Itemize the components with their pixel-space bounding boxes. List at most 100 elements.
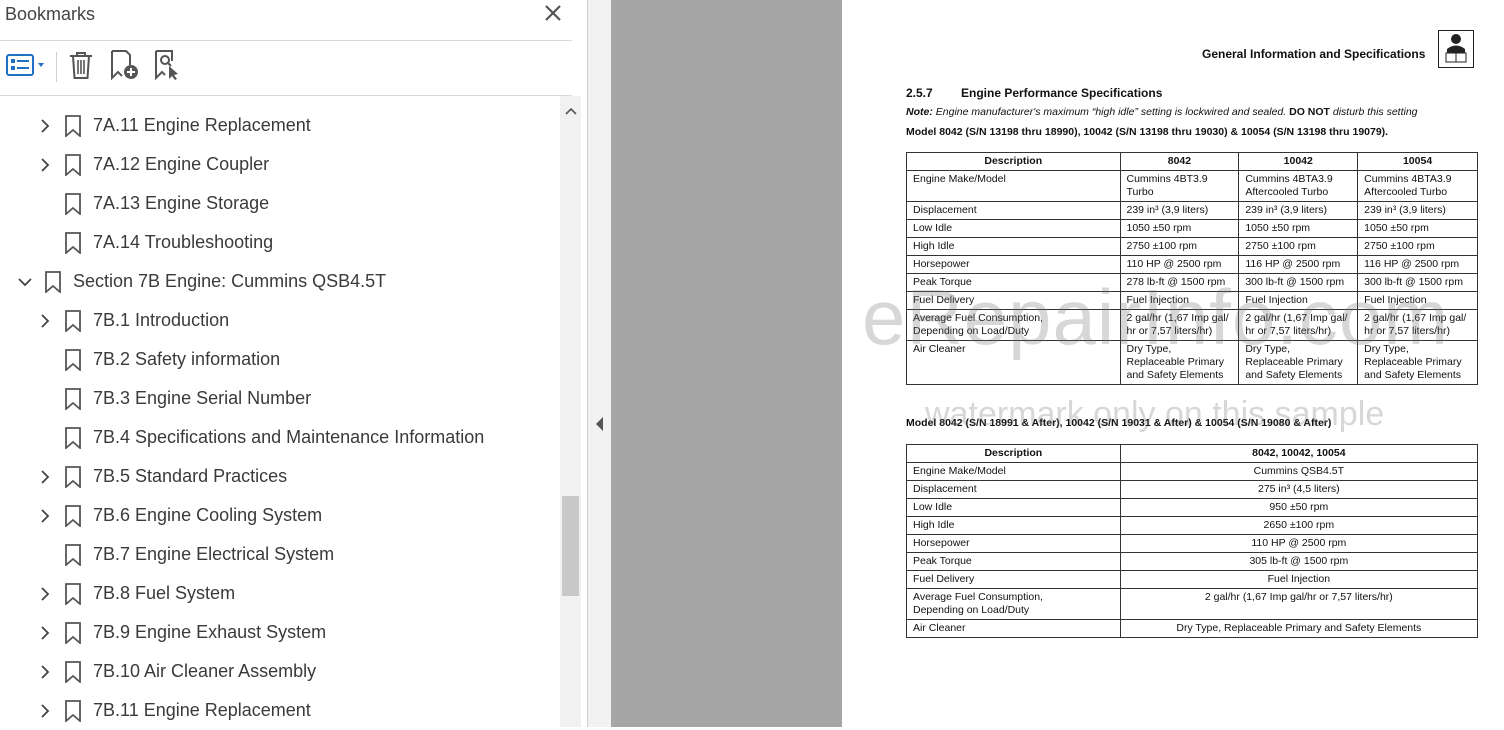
bookmark-label: 7B.6 Engine Cooling System	[93, 505, 323, 525]
chevron-up-icon	[564, 102, 577, 120]
table-cell: 2750 ±100 rpm	[1357, 237, 1478, 256]
bookmark-item[interactable]: 7B.1 Introduction	[0, 301, 560, 340]
bookmark-item[interactable]: 7A.12 Engine Coupler	[0, 145, 560, 184]
row-label: Peak Torque	[906, 273, 1121, 292]
bookmark-label: 7B.10 Air Cleaner Assembly	[93, 661, 317, 681]
scroll-up-button[interactable]	[560, 100, 581, 122]
row-label: Average Fuel Consumption, Depending on Lo…	[906, 309, 1121, 341]
bookmark-item[interactable]: 7B.6 Engine Cooling System	[0, 496, 560, 535]
scrollbar-thumb[interactable]	[562, 496, 579, 596]
find-bookmark-icon	[152, 49, 182, 86]
table-cell: Fuel Injection	[1238, 291, 1359, 310]
table-cell: 116 HP @ 2500 rpm	[1357, 255, 1478, 274]
bookmark-icon	[64, 309, 82, 333]
row-label: Fuel Delivery	[906, 291, 1121, 310]
bookmark-icon	[64, 699, 82, 723]
chevron-down-icon[interactable]	[18, 275, 32, 289]
table-cell: 278 lb-ft @ 1500 rpm	[1119, 273, 1240, 292]
bookmark-label: Section 7B Engine: Cummins QSB4.5T	[73, 271, 387, 291]
bookmark-item[interactable]: 7B.10 Air Cleaner Assembly	[0, 652, 560, 691]
table-cell: Dry Type, Replaceable Primary and Safety E…	[1238, 340, 1359, 385]
bookmark-item[interactable]: 7B.9 Engine Exhaust System	[0, 613, 560, 652]
table-row: Horsepower 110 HP @ 2500 rpm 116 HP @ 2500…	[906, 255, 1478, 274]
column-header: 8042, 10042, 10054	[1119, 444, 1479, 463]
chevron-right-icon[interactable]	[38, 664, 52, 679]
table-header-row: Description 8042, 10042, 10054	[906, 444, 1479, 463]
table-row: Average Fuel Consumption, Depending on Lo…	[906, 309, 1478, 341]
chevron-right-icon[interactable]	[38, 586, 52, 601]
scrollbar-track[interactable]	[560, 96, 581, 727]
bookmark-item[interactable]: 7B.8 Fuel System	[0, 574, 560, 613]
bookmark-item[interactable]: 7B.11 Engine Replacement	[0, 691, 560, 730]
note-label: Note:	[906, 106, 933, 118]
bookmark-icon	[44, 270, 62, 294]
chevron-right-icon[interactable]	[38, 703, 52, 718]
chevron-right-icon[interactable]	[38, 313, 52, 328]
table-cell: Fuel Injection	[1119, 570, 1479, 589]
bookmark-label: 7B.5 Standard Practices	[93, 466, 288, 486]
table-cell: 2 gal/hr (1,67 Imp gal/hr or 7,57 liters…	[1119, 588, 1479, 620]
toolbar-separator	[56, 52, 57, 82]
table-row: Engine Make/Model Cummins 4BT3.9 Turbo Cumm…	[906, 170, 1478, 202]
chevron-right-icon[interactable]	[38, 469, 52, 484]
bookmark-item[interactable]: 7A.11 Engine Replacement	[0, 106, 560, 145]
table-cell: 2 gal/hr (1,67 Imp gal/hr or 7,57 liters…	[1357, 309, 1478, 341]
table-cell: Dry Type, Replaceable Primary and Safety E…	[1357, 340, 1478, 385]
chevron-right-icon[interactable]	[38, 625, 52, 640]
table-row: Horsepower 110 HP @ 2500 rpm	[906, 534, 1479, 553]
table-cell: Dry Type, Replaceable Primary and Safety E…	[1119, 340, 1240, 385]
table-cell: 239 in³ (3,9 liters)	[1357, 201, 1478, 220]
table-cell: 305 lb-ft @ 1500 rpm	[1119, 552, 1479, 571]
model-range-heading: Model 8042 (S/N 13198 thru 18990), 10042…	[906, 126, 1389, 138]
chevron-right-icon[interactable]	[38, 157, 52, 172]
bookmark-label: 7B.8 Fuel System	[93, 583, 236, 603]
bookmark-item[interactable]: 7B.7 Engine Electrical System	[0, 535, 560, 574]
bookmark-label: 7B.1 Introduction	[93, 310, 230, 330]
table-cell: 300 lb-ft @ 1500 rpm	[1357, 273, 1478, 292]
bookmark-item[interactable]: 7B.5 Standard Practices	[0, 457, 560, 496]
bookmark-item[interactable]: 7A.14 Troubleshooting	[0, 223, 560, 262]
column-header: Description	[906, 152, 1121, 171]
table-row: Engine Make/Model Cummins QSB4.5T	[906, 462, 1479, 481]
collapse-panel-button[interactable]	[592, 414, 608, 438]
bookmark-label: 7A.14 Troubleshooting	[93, 232, 274, 252]
table-row: Peak Torque 305 lb-ft @ 1500 rpm	[906, 552, 1479, 571]
bookmark-item[interactable]: 7B.2 Safety information	[0, 340, 560, 379]
row-label: Average Fuel Consumption, Depending on Lo…	[906, 588, 1121, 620]
table-cell: Cummins 4BTA3.9 Aftercooled Turbo	[1357, 170, 1478, 202]
chevron-right-icon[interactable]	[38, 508, 52, 523]
bookmark-item[interactable]: 7B.3 Engine Serial Number	[0, 379, 560, 418]
row-label: Air Cleaner	[906, 619, 1121, 638]
spec-table-later-models: Description 8042, 10042, 10054 Engine Mak…	[906, 444, 1479, 638]
note-tail: disturb this setting	[1332, 106, 1418, 118]
row-label: High Idle	[906, 237, 1121, 256]
bookmark-label: 7A.12 Engine Coupler	[93, 154, 270, 174]
bookmark-item[interactable]: 7B.4 Specifications and Maintenance Info…	[0, 418, 560, 457]
table-row: Fuel Delivery Fuel Injection Fuel Injectio…	[906, 291, 1478, 310]
new-bookmark-button[interactable]	[106, 49, 142, 84]
table-row: Air Cleaner Dry Type, Replaceable Primary…	[906, 619, 1479, 638]
table-cell: 950 ±50 rpm	[1119, 498, 1479, 517]
bookmark-options-button[interactable]	[4, 50, 48, 84]
chevron-right-icon[interactable]	[38, 118, 52, 133]
bookmark-label: 7B.7 Engine Electrical System	[93, 544, 335, 564]
delete-bookmark-button[interactable]	[64, 50, 98, 84]
column-header: 10042	[1238, 152, 1359, 171]
bookmark-label: 7A.11 Engine Replacement	[93, 115, 311, 135]
bookmark-label: 7B.3 Engine Serial Number	[93, 388, 312, 408]
find-bookmark-button[interactable]	[150, 49, 184, 86]
close-icon[interactable]	[540, 2, 566, 26]
table-cell: 300 lb-ft @ 1500 rpm	[1238, 273, 1359, 292]
table-row: Displacement 275 in³ (4,5 liters)	[906, 480, 1479, 499]
table-cell: Dry Type, Replaceable Primary and Safety…	[1119, 619, 1479, 638]
bookmark-item[interactable]: Section 7B Engine: Cummins QSB4.5T	[0, 262, 560, 301]
table-header-row: Description 8042 10042 10054	[906, 152, 1478, 171]
table-cell: 275 in³ (4,5 liters)	[1119, 480, 1479, 499]
bookmark-label: 7B.2 Safety information	[93, 349, 281, 369]
table-cell: Cummins 4BTA3.9 Aftercooled Turbo	[1238, 170, 1359, 202]
table-cell: 2750 ±100 rpm	[1238, 237, 1359, 256]
table-row: High Idle 2750 ±100 rpm 2750 ±100 rpm 2750 …	[906, 237, 1478, 256]
table-row: High Idle 2650 ±100 rpm	[906, 516, 1479, 535]
bookmark-label: 7B.11 Engine Replacement	[93, 700, 311, 720]
bookmark-item[interactable]: 7A.13 Engine Storage	[0, 184, 560, 223]
